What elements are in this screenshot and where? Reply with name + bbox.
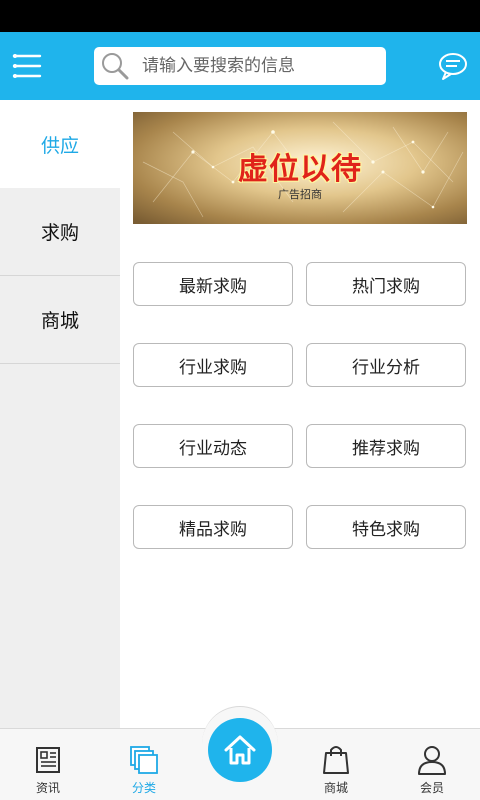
ad-banner[interactable]: 虚位以待 广告招商 — [133, 112, 467, 224]
sidebar-item-supply[interactable]: 供应 — [0, 100, 120, 188]
industry-analysis-button[interactable]: 行业分析 — [306, 343, 466, 387]
user-icon — [418, 746, 446, 775]
home-icon — [224, 735, 256, 765]
sidebar-item-purchase[interactable]: 求购 — [0, 188, 120, 276]
featured-purchase-button[interactable]: 特色求购 — [306, 505, 466, 549]
search-icon — [98, 49, 132, 83]
nav-label-member: 会员 — [419, 781, 444, 795]
industry-news-button[interactable]: 行业动态 — [133, 424, 293, 468]
sidebar-item-mall[interactable]: 商城 — [0, 276, 120, 364]
search-input[interactable] — [132, 47, 386, 85]
newspaper-icon — [36, 747, 60, 773]
layers-icon — [130, 746, 158, 774]
nav-label-category: 分类 — [131, 781, 156, 795]
nav-label-mall: 商城 — [323, 781, 348, 795]
category-sidebar: 供应 求购 商城 — [0, 100, 120, 728]
industry-purchase-button[interactable]: 行业求购 — [133, 343, 293, 387]
latest-purchase-button[interactable]: 最新求购 — [133, 262, 293, 306]
chat-bubble-icon — [439, 53, 467, 80]
shopping-bag-icon — [323, 746, 349, 774]
message-button[interactable] — [436, 49, 470, 83]
status-bar — [0, 0, 480, 32]
search-box[interactable] — [94, 47, 386, 85]
nav-item-news[interactable]: 资讯 — [0, 729, 96, 800]
banner-subtitle: 广告招商 — [278, 188, 322, 201]
recommended-purchase-button[interactable]: 推荐求购 — [306, 424, 466, 468]
banner-title: 虚位以待 — [238, 152, 362, 187]
app-header — [0, 32, 480, 100]
menu-icon — [12, 54, 42, 78]
nav-item-mall[interactable]: 商城 — [288, 729, 384, 800]
nav-item-category[interactable]: 分类 — [96, 729, 192, 800]
home-button[interactable] — [208, 718, 272, 782]
premium-purchase-button[interactable]: 精品求购 — [133, 505, 293, 549]
nav-label-news: 资讯 — [35, 781, 60, 795]
hot-purchase-button[interactable]: 热门求购 — [306, 262, 466, 306]
nav-item-member[interactable]: 会员 — [384, 729, 480, 800]
menu-button[interactable] — [10, 49, 44, 83]
